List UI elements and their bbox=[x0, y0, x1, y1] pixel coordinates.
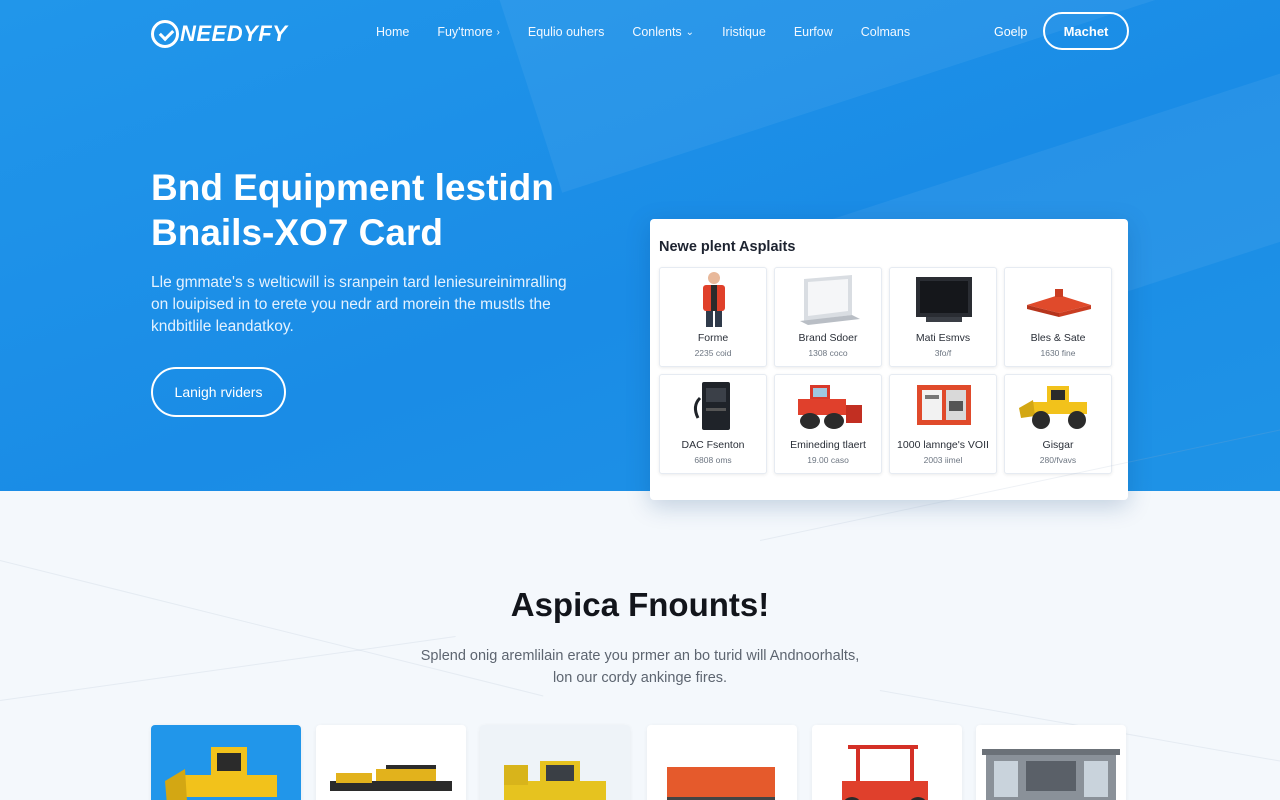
worker-vest-icon bbox=[660, 268, 768, 330]
equipment-price: 6808 oms bbox=[694, 455, 732, 465]
equipment-price: 3fo/f bbox=[934, 348, 952, 358]
category-card[interactable] bbox=[812, 725, 962, 800]
equipment-tile[interactable]: Brand Sdoer 1308 coco bbox=[774, 267, 882, 367]
section-subtitle-line: lon our cordy ankinge fires. bbox=[552, 670, 728, 686]
equipment-price: 1630 fine bbox=[1040, 348, 1076, 358]
hero-subtitle: Lle gmmate's s welticwill is sranpein ta… bbox=[151, 272, 571, 338]
hero-title-line: Bnd Equipment lestidn bbox=[151, 167, 554, 208]
yellow-bulldozer-icon bbox=[504, 761, 606, 800]
equipment-price: 2235 coid bbox=[694, 348, 732, 358]
background-line bbox=[0, 635, 456, 701]
equipment-name: Brand Sdoer bbox=[798, 332, 858, 344]
hero-title: Bnd Equipment lestidn Bnails-XO7 Card bbox=[151, 165, 611, 255]
nav-item-colmans[interactable]: Colmans bbox=[861, 25, 910, 39]
section-title: Aspica Fnounts! bbox=[510, 586, 770, 623]
red-tractor-icon bbox=[842, 745, 928, 800]
nav-item-eurfow[interactable]: Eurfow bbox=[794, 25, 833, 39]
equipment-name: DAC Fsenton bbox=[681, 439, 745, 451]
section-subtitle-line: Splend onig aremlilain erate you prmer a… bbox=[420, 648, 860, 664]
help-link[interactable]: Goelp bbox=[994, 25, 1027, 39]
equipment-grid: Forme 2235 coid Brand Sdoer 1308 coco Ma… bbox=[659, 267, 1112, 474]
equipment-tile[interactable]: Emineding tlaert 19.00 caso bbox=[774, 374, 882, 474]
equipment-price: 1308 coco bbox=[808, 348, 848, 358]
hero-subtitle-line: Lle gmmate's s welticwill is sranpein ta… bbox=[151, 274, 567, 291]
brand-name: NEEDYFY bbox=[180, 21, 288, 46]
equipment-tile[interactable]: Gisgar 280/fvavs bbox=[1004, 374, 1112, 474]
equipment-tile[interactable]: 1000 lamnge's VOII 2003 iimel bbox=[889, 374, 997, 474]
market-button[interactable]: Machet bbox=[1043, 12, 1129, 50]
equipment-name: Gisgar bbox=[1042, 439, 1074, 451]
equipment-tile[interactable]: Forme 2235 coid bbox=[659, 267, 767, 367]
nav-item-label: Conlents bbox=[632, 25, 682, 39]
equipment-price: 2003 iimel bbox=[923, 455, 963, 465]
yellow-loader-icon bbox=[1005, 375, 1113, 437]
tractor-trailer-icon bbox=[330, 765, 452, 791]
equipment-tile[interactable]: Mati Esmvs 3fo/f bbox=[889, 267, 997, 367]
nav-item-iristique[interactable]: Iristique bbox=[722, 25, 766, 39]
monitor-icon bbox=[890, 268, 998, 330]
equipment-tile[interactable]: Bles & Sate 1630 fine bbox=[1004, 267, 1112, 367]
nav-item-equipment[interactable]: Equlio ouhers bbox=[528, 25, 604, 39]
category-card[interactable] bbox=[480, 725, 630, 800]
logo-check-icon bbox=[151, 20, 179, 48]
nav-item-label: Equlio ouhers bbox=[527, 25, 605, 39]
nav-item-home[interactable]: Home bbox=[376, 25, 409, 39]
orange-container-icon bbox=[667, 767, 775, 800]
equipment-name: Forme bbox=[697, 332, 729, 344]
category-card[interactable] bbox=[316, 725, 466, 800]
hero-cta-button[interactable]: Lanigh rviders bbox=[151, 367, 286, 417]
hero-subtitle-line: on louipised in to erete you nedr ard mo… bbox=[151, 296, 551, 313]
equipment-name: Mati Esmvs bbox=[915, 332, 971, 344]
equipment-listing-card: Newe plent Asplaits Forme 2235 coid Bran… bbox=[650, 219, 1128, 500]
equipment-name: Emineding tlaert bbox=[790, 439, 866, 451]
equipment-price: 280/fvavs bbox=[1039, 455, 1077, 465]
chevron-right-icon: › bbox=[496, 26, 500, 38]
category-card[interactable] bbox=[647, 725, 797, 800]
hero-title-line: Bnails-XO7 Card bbox=[151, 212, 443, 253]
section-subtitle: Splend onig aremlilain erate you prmer a… bbox=[410, 645, 870, 689]
nav-item-more[interactable]: Fuy'tmore › bbox=[437, 25, 500, 39]
nav-item-label: Iristique bbox=[722, 25, 766, 39]
chevron-down-icon: ⌄ bbox=[685, 26, 695, 38]
red-platform-icon bbox=[1005, 268, 1113, 330]
card-title: Newe plent Asplaits bbox=[659, 239, 796, 255]
main-nav: Home Fuy'tmore › Equlio ouhers Conlents ⌄ … bbox=[376, 25, 910, 39]
category-card[interactable] bbox=[151, 725, 301, 800]
grey-cabin-icon bbox=[982, 749, 1120, 800]
red-bulldozer-icon bbox=[775, 375, 883, 437]
nav-item-label: Home bbox=[376, 25, 410, 39]
equipment-name: Bles & Sate bbox=[1030, 332, 1086, 344]
equipment-name: 1000 lamnge's VOII bbox=[897, 439, 989, 451]
nav-item-label: Fuy'tmore bbox=[437, 25, 493, 39]
yellow-loader-icon bbox=[165, 747, 277, 800]
nav-item-label: Eurfow bbox=[793, 25, 833, 39]
category-card[interactable] bbox=[976, 725, 1126, 800]
nav-item-contents[interactable]: Conlents ⌄ bbox=[632, 25, 694, 39]
red-cabinet-icon bbox=[890, 375, 998, 437]
nav-item-label: Colmans bbox=[860, 25, 911, 39]
generator-icon bbox=[660, 375, 768, 437]
hero-subtitle-line: kndbitlile leandatkoy. bbox=[151, 318, 294, 335]
brand-logo[interactable]: NEEDYFY bbox=[151, 20, 287, 48]
equipment-price: 19.00 caso bbox=[807, 455, 849, 465]
laptop-icon bbox=[775, 268, 883, 330]
equipment-tile[interactable]: DAC Fsenton 6808 oms bbox=[659, 374, 767, 474]
